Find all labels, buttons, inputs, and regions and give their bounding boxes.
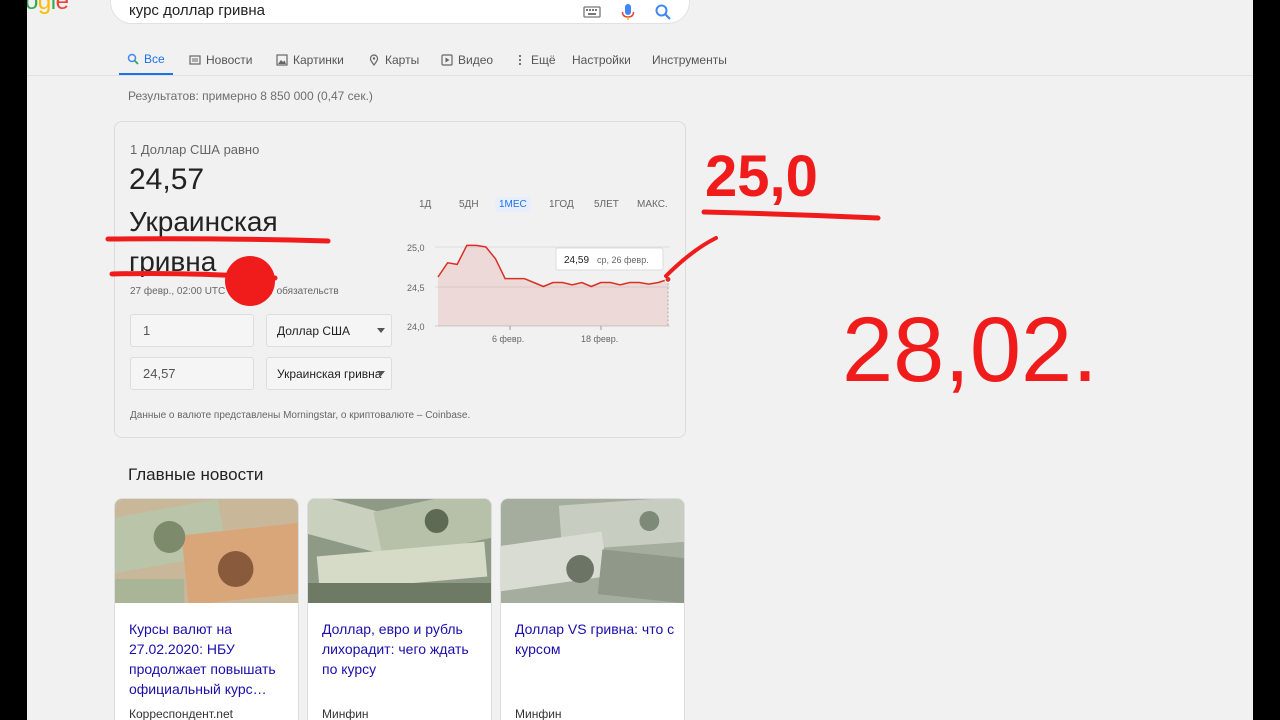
x-tick-label: 6 февр. [492,334,524,344]
search-box[interactable]: курс доллар гривна [110,0,690,24]
y-tick-label: 25,0 [407,243,425,253]
rate-chart[interactable]: 25,0 24,5 24,0 6 февр. 18 февр. 24,59 ср… [115,122,687,439]
currency-converter-card: 1 Доллар США равно 24,57 Украинская грив… [114,121,686,438]
tooltip-value: 24,59 [564,255,589,266]
top-news-heading: Главные новости [128,465,264,484]
x-tick-label: 18 февр. [581,334,618,344]
y-tick-label: 24,5 [407,283,425,293]
news-card[interactable]: Доллар VS гривна: что с курсом Минфин [500,498,685,720]
keyboard-icon[interactable] [583,3,601,21]
news-title[interactable]: Курсы валют на 27.02.2020: НБУ продолжае… [129,619,289,699]
hover-point [664,275,672,283]
news-thumbnail [501,499,684,604]
chart-tooltip: 24,59 ср, 26 февр. [555,247,664,271]
tooltip-date: ср, 26 февр. [597,255,649,265]
google-logo[interactable]: ogle [27,0,69,16]
tab-images[interactable]: Картинки [276,44,344,76]
news-thumbnail [308,499,491,603]
tab-all[interactable]: Все [119,44,173,76]
tab-maps[interactable]: Карты [368,44,419,76]
news-icon [189,55,201,65]
tab-settings[interactable]: Настройки [572,44,631,76]
image-icon [276,54,288,66]
results-count: Результатов: примерно 8 850 000 (0,47 се… [128,89,373,103]
video-icon [441,54,453,66]
news-source: Корреспондент.net [129,707,233,720]
tab-news[interactable]: Новости [189,44,252,76]
tab-video[interactable]: Видео [441,44,493,76]
tab-tools[interactable]: Инструменты [652,44,727,76]
nav-divider [27,75,1253,76]
map-pin-icon [369,54,379,66]
news-source: Минфин [322,707,369,720]
search-icon [127,53,139,65]
search-results-page: ogle курс доллар гривна Все Новости Карт… [27,0,1253,720]
search-icon[interactable] [654,3,672,21]
y-tick-label: 24,0 [407,322,425,332]
search-input[interactable]: курс доллар гривна [129,2,265,19]
news-thumbnail [115,499,298,606]
news-card[interactable]: Курсы валют на 27.02.2020: НБУ продолжае… [114,498,299,720]
microphone-icon[interactable] [619,3,637,21]
news-title[interactable]: Доллар, евро и рубль лихорадит: чего жда… [322,619,482,679]
news-card[interactable]: Доллар, евро и рубль лихорадит: чего жда… [307,498,492,720]
more-icon [518,54,522,66]
news-title[interactable]: Доллар VS гривна: что с курсом [515,619,675,659]
tab-more[interactable]: Ещё [514,44,556,76]
news-source: Минфин [515,707,562,720]
